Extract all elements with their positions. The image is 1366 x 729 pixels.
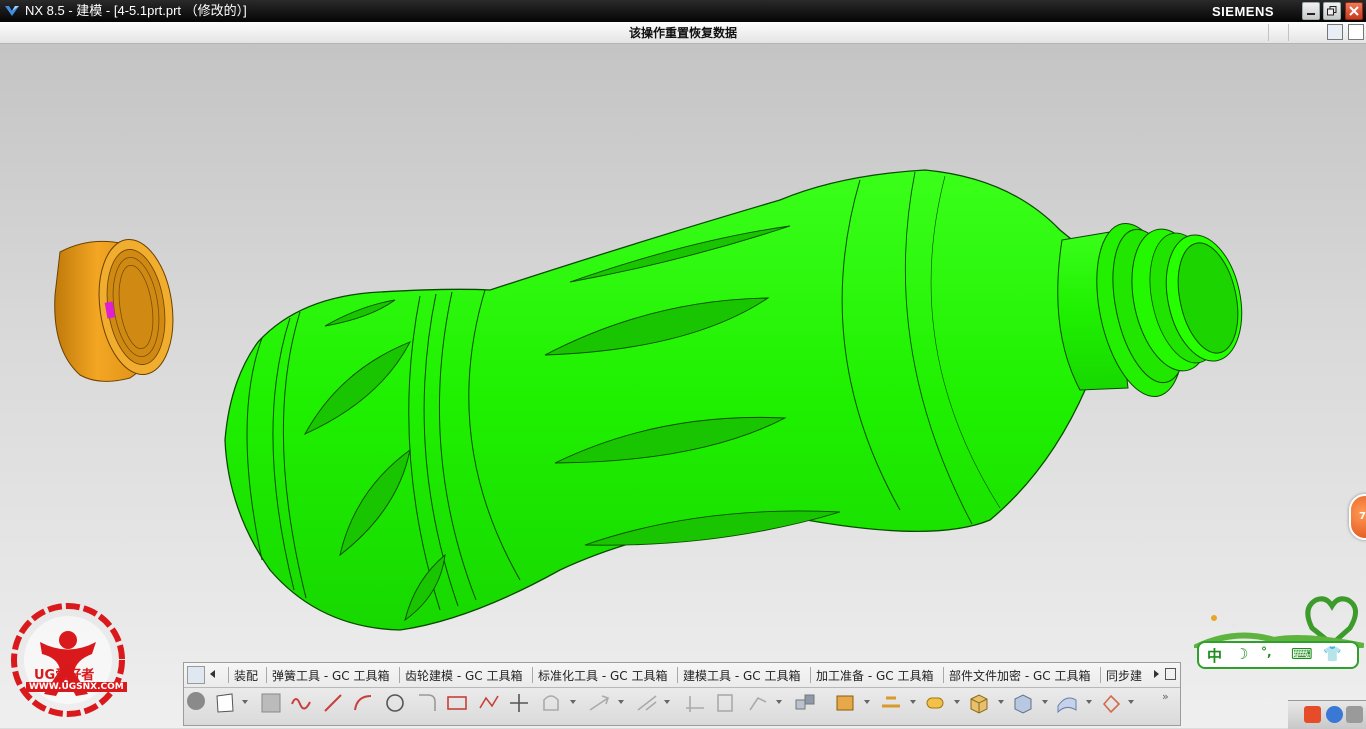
fillet-icon[interactable] <box>416 692 438 714</box>
chevron-down-icon[interactable] <box>776 700 782 704</box>
gear-icon[interactable] <box>187 692 205 710</box>
cylinder-icon[interactable] <box>924 692 946 714</box>
chevron-down-icon[interactable] <box>910 700 916 704</box>
tab-machining-prep[interactable]: 加工准备 - GC 工具箱 <box>816 667 933 684</box>
toolbar-overflow-icon[interactable]: » <box>1162 690 1169 703</box>
offset-icon[interactable] <box>714 692 736 714</box>
restore-icon <box>1327 6 1337 16</box>
system-tray <box>1288 700 1366 729</box>
chevron-down-icon[interactable] <box>664 700 670 704</box>
watermark-url: WWW.UGSNX.COM <box>26 682 127 692</box>
chevron-down-icon[interactable] <box>998 700 1004 704</box>
tab-gear-modeling[interactable]: 齿轮建模 - GC 工具箱 <box>405 667 522 684</box>
sketch-icon[interactable] <box>214 692 236 714</box>
toolbox-tab-row: 装配 弹簧工具 - GC 工具箱 齿轮建模 - GC 工具箱 标准化工具 - G… <box>184 663 1180 688</box>
toolbar-handle-icon[interactable] <box>187 666 205 684</box>
grid-icon[interactable] <box>1327 24 1343 40</box>
close-button[interactable] <box>1345 2 1363 20</box>
toolbox-icon-row: » <box>184 688 1180 725</box>
minimize-icon <box>1307 13 1315 15</box>
bottle-model[interactable] <box>0 44 1366 728</box>
chevron-down-icon[interactable] <box>570 700 576 704</box>
fullscreen-icon[interactable] <box>1348 24 1364 40</box>
scroll-right-icon[interactable] <box>1154 670 1159 678</box>
ime-toolbar[interactable]: 中 ☽ °, ⌨ 👕 <box>1194 588 1364 678</box>
keyboard-icon[interactable]: ⌨ <box>1291 645 1313 663</box>
edge-blend-icon[interactable] <box>880 692 902 714</box>
tab-separator <box>266 667 267 683</box>
tab-separator <box>399 667 400 683</box>
feature-icon[interactable] <box>1100 692 1122 714</box>
chevron-down-icon[interactable] <box>1128 700 1134 704</box>
cue-message: 该操作重置恢复数据 <box>628 26 737 40</box>
chevron-down-icon[interactable] <box>1086 700 1092 704</box>
window-title: NX 8.5 - 建模 - [4-5.1prt.prt （修改的）] <box>25 3 247 18</box>
revolve-icon[interactable] <box>834 692 856 714</box>
orange-badge[interactable]: 70 <box>1349 494 1366 540</box>
cue-line: 该操作重置恢复数据 <box>0 22 1366 44</box>
block-icon[interactable] <box>1012 692 1034 714</box>
chevron-down-icon[interactable] <box>618 700 624 704</box>
chevron-down-icon[interactable] <box>954 700 960 704</box>
sogou-icon[interactable] <box>1304 706 1321 723</box>
skin-icon[interactable]: 👕 <box>1323 645 1342 663</box>
badge-text: 70 <box>1359 511 1366 522</box>
constraint-icon[interactable] <box>636 692 658 714</box>
shape-icon[interactable] <box>540 692 562 714</box>
tab-assembly[interactable]: 装配 <box>234 667 258 684</box>
punctuation-icon[interactable]: °, <box>1261 645 1272 659</box>
tab-synchronous[interactable]: 同步建 <box>1106 667 1150 684</box>
trim-icon[interactable] <box>746 692 768 714</box>
graphics-window[interactable] <box>0 44 1366 728</box>
tray-menu-icon[interactable] <box>1346 706 1363 723</box>
point-icon[interactable] <box>508 692 530 714</box>
tab-separator <box>810 667 811 683</box>
line-icon[interactable] <box>322 692 344 714</box>
tab-separator <box>532 667 533 683</box>
siemens-brand: SIEMENS <box>1212 4 1275 19</box>
tab-separator <box>228 667 229 683</box>
toolbox-toolbar: 装配 弹簧工具 - GC 工具箱 齿轮建模 - GC 工具箱 标准化工具 - G… <box>183 662 1181 726</box>
chevron-down-icon[interactable] <box>1042 700 1048 704</box>
watermark-brand: UG爱好者 <box>34 668 95 683</box>
moon-icon[interactable]: ☽ <box>1235 645 1248 663</box>
cue-separator <box>1288 24 1289 41</box>
tab-separator <box>943 667 944 683</box>
arc-icon[interactable] <box>352 692 374 714</box>
circle-icon[interactable] <box>384 692 406 714</box>
ime-bar[interactable]: 中 ☽ °, ⌨ 👕 <box>1197 641 1359 669</box>
plane-icon[interactable] <box>260 692 282 714</box>
minimize-button[interactable] <box>1302 2 1320 20</box>
chevron-down-icon[interactable] <box>864 700 870 704</box>
scroll-left-icon[interactable] <box>210 670 215 678</box>
tab-menu-icon[interactable] <box>1165 668 1176 680</box>
cue-separator <box>1268 24 1269 41</box>
tab-file-encryption[interactable]: 部件文件加密 - GC 工具箱 <box>949 667 1090 684</box>
tab-spring-tool[interactable]: 弹簧工具 - GC 工具箱 <box>272 667 389 684</box>
close-icon <box>1349 6 1359 16</box>
tab-separator <box>1100 667 1101 683</box>
ime-chinese-mode[interactable]: 中 <box>1207 645 1222 666</box>
help-icon[interactable] <box>1326 706 1343 723</box>
chevron-down-icon[interactable] <box>242 700 248 704</box>
ug-watermark-logo <box>11 603 125 717</box>
nx-logo-icon <box>5 6 19 16</box>
bottle-cap[interactable] <box>54 235 181 382</box>
tab-standard-tool[interactable]: 标准化工具 - GC 工具箱 <box>538 667 667 684</box>
surface-icon[interactable] <box>1056 692 1078 714</box>
polyline-icon[interactable] <box>478 692 500 714</box>
extrude-icon[interactable] <box>794 692 816 714</box>
spline-icon[interactable] <box>290 692 312 714</box>
heart-vine-decoration-icon <box>1194 596 1364 648</box>
bottle-body[interactable] <box>224 169 1253 631</box>
dimension-icon[interactable] <box>588 692 610 714</box>
restore-button[interactable] <box>1323 2 1341 20</box>
rectangle-icon[interactable] <box>446 692 468 714</box>
box-icon[interactable] <box>968 692 990 714</box>
title-bar: NX 8.5 - 建模 - [4-5.1prt.prt （修改的）] SIEME… <box>0 0 1366 22</box>
tab-separator <box>677 667 678 683</box>
sketch-table-icon[interactable] <box>684 692 706 714</box>
tab-modeling-tool[interactable]: 建模工具 - GC 工具箱 <box>683 667 800 684</box>
